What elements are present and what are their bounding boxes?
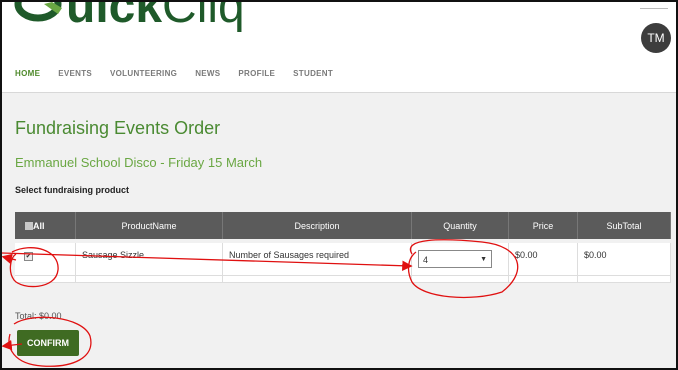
quantity-cell: 4 ▼	[411, 243, 509, 276]
row-select-cell: ✔	[15, 243, 76, 276]
table-row: ✔ Sausage Sizzle Number of Sausages requ…	[15, 243, 671, 276]
product-price: $0.00	[508, 243, 578, 276]
order-total: Total: $0.00	[15, 311, 62, 321]
page-title: Fundraising Events Order	[15, 118, 221, 138]
row-checkbox[interactable]: ✔	[24, 252, 33, 261]
nav-volunteering[interactable]: VOLUNTEERING	[110, 69, 177, 78]
col-productname: ProductName	[75, 212, 223, 239]
product-name: Sausage Sizzle	[75, 243, 223, 276]
nav-home[interactable]: HOME	[15, 69, 40, 78]
table-row-empty	[15, 275, 671, 283]
product-subtotal: $0.00	[577, 243, 671, 276]
col-price: Price	[508, 212, 578, 239]
product-description: Number of Sausages required	[222, 243, 412, 276]
products-table: All ProductName Description Quantity Pri…	[15, 212, 671, 283]
main-nav: HOME EVENTS VOLUNTEERING NEWS PROFILE ST…	[15, 69, 351, 78]
event-subtitle: Emmanuel School Disco - Friday 15 March	[15, 155, 263, 170]
nav-events[interactable]: EVENTS	[58, 69, 92, 78]
col-description: Description	[222, 212, 412, 239]
table-header-row: All ProductName Description Quantity Pri…	[15, 212, 671, 239]
quickcliq-logo[interactable]: uickCliq	[14, 0, 245, 34]
select-all-header[interactable]: All	[15, 212, 76, 239]
logo-text-bold: uick	[66, 0, 163, 33]
confirm-button[interactable]: CONFIRM	[17, 330, 79, 356]
user-avatar[interactable]: TM	[641, 23, 671, 53]
logo-text-light: Cliq	[162, 0, 245, 33]
logo-mark-icon	[14, 2, 66, 34]
quantity-value: 4	[423, 255, 429, 265]
app-frame: uickCliq TM HOME EVENTS VOLUNTEERING NEW…	[0, 0, 678, 370]
site-header: uickCliq TM HOME EVENTS VOLUNTEERING NEW…	[2, 2, 676, 93]
col-quantity: Quantity	[411, 212, 509, 239]
select-all-checkbox[interactable]	[25, 222, 33, 231]
nav-profile[interactable]: PROFILE	[238, 69, 275, 78]
user-menu-divider	[640, 8, 668, 9]
quantity-select[interactable]: 4 ▼	[418, 250, 492, 268]
col-subtotal: SubTotal	[577, 212, 671, 239]
chevron-down-icon: ▼	[480, 256, 487, 263]
nav-news[interactable]: NEWS	[195, 69, 220, 78]
nav-student[interactable]: STUDENT	[293, 69, 333, 78]
select-all-label: All	[33, 220, 45, 231]
select-product-label: Select fundraising product	[15, 185, 130, 195]
